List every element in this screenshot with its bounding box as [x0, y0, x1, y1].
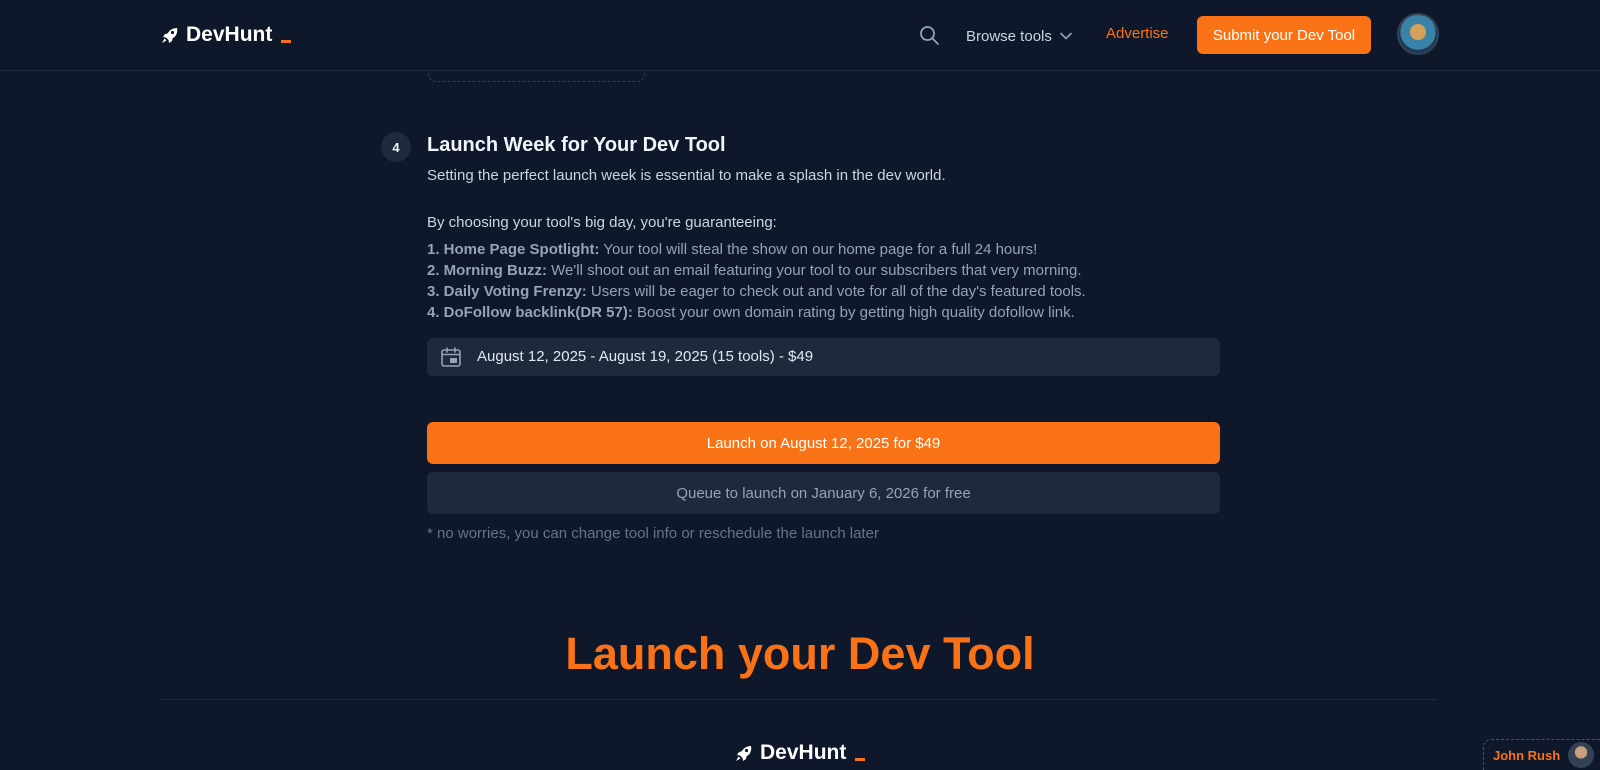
- advertise-link[interactable]: Advertise: [1106, 25, 1169, 42]
- calendar-icon: [441, 347, 461, 367]
- selected-launch-week: August 12, 2025 - August 19, 2025 (15 to…: [477, 348, 814, 365]
- launch-paid-button[interactable]: Launch on August 12, 2025 for $49: [427, 422, 1220, 464]
- logo-text: DevHunt: [186, 23, 273, 46]
- launch-heading: Launch your Dev Tool: [565, 628, 1035, 679]
- footer-logo-cursor: [855, 758, 866, 761]
- devhunt-logo[interactable]: DevHunt: [160, 22, 292, 48]
- maker-avatar: [1568, 742, 1595, 768]
- browse-tools-label: Browse tools: [966, 27, 1052, 45]
- chevron-down-icon: [1060, 32, 1072, 40]
- reschedule-note: * no worries, you can change tool info o…: [427, 525, 879, 542]
- footer-logo-text: DevHunt: [760, 741, 847, 764]
- step-title: Launch Week for Your Dev Tool: [427, 134, 726, 156]
- benefit-text: Your tool will steal the show on our hom…: [599, 241, 1038, 258]
- benefit-item: 4. DoFollow backlink(DR 57): Boost your …: [427, 302, 1086, 323]
- step-number-badge: 4: [381, 132, 411, 162]
- top-navbar: DevHunt Browse tools Advertise Submit yo…: [0, 0, 1600, 71]
- benefit-item: 3. Daily Voting Frenzy: Users will be ea…: [427, 281, 1086, 302]
- benefit-label: 4. DoFollow backlink(DR 57):: [427, 304, 633, 321]
- rocket-icon: [162, 28, 178, 43]
- user-avatar[interactable]: [1397, 13, 1439, 55]
- benefit-text: We'll shoot out an email featuring your …: [547, 262, 1082, 279]
- queue-free-button[interactable]: Queue to launch on January 6, 2026 for f…: [427, 472, 1220, 514]
- benefit-item: 1. Home Page Spotlight: Your tool will s…: [427, 239, 1086, 260]
- submit-dev-tool-button[interactable]: Submit your Dev Tool: [1197, 16, 1371, 54]
- benefit-label: 3. Daily Voting Frenzy:: [427, 283, 587, 300]
- logo-cursor: [281, 40, 292, 43]
- benefits-list: 1. Home Page Spotlight: Your tool will s…: [427, 239, 1086, 323]
- footer-devhunt-logo[interactable]: DevHunt: [734, 740, 866, 766]
- benefit-label: 2. Morning Buzz:: [427, 262, 547, 279]
- benefit-text: Boost your own domain rating by getting …: [632, 304, 1075, 321]
- rocket-icon: [736, 746, 752, 761]
- search-icon[interactable]: [918, 24, 940, 46]
- launch-week-select[interactable]: August 12, 2025 - August 19, 2025 (15 to…: [427, 338, 1220, 376]
- benefit-item: 2. Morning Buzz: We'll shoot out an emai…: [427, 260, 1086, 281]
- benefit-label: 1. Home Page Spotlight:: [427, 241, 600, 258]
- step-subtitle: Setting the perfect launch week is essen…: [427, 167, 946, 184]
- maker-badge[interactable]: John Rush: [1483, 739, 1600, 770]
- benefit-text: Users will be eager to check out and vot…: [586, 283, 1086, 300]
- page: DevHunt Browse tools Advertise Submit yo…: [0, 0, 1600, 770]
- browse-tools-dropdown[interactable]: Browse tools: [966, 25, 1072, 47]
- benefits-intro: By choosing your tool's big day, you're …: [427, 214, 777, 231]
- footer-divider: [160, 699, 1437, 700]
- maker-name: John Rush: [1493, 747, 1561, 763]
